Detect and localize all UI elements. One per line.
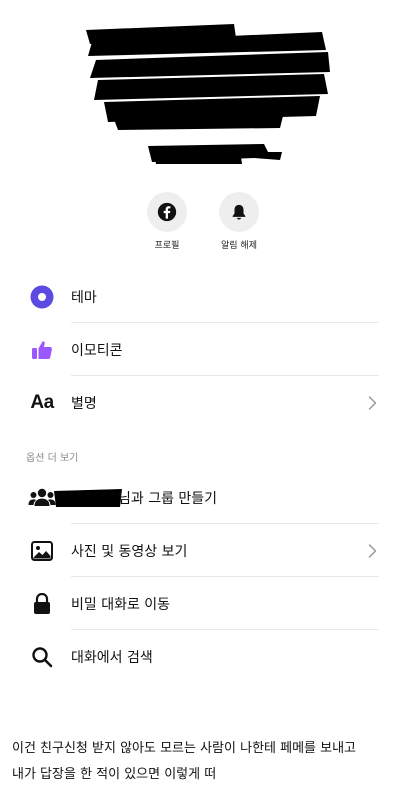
lock-icon: [28, 590, 56, 618]
theme-circle-icon: [28, 283, 56, 311]
caption-line-1: 이건 친구신청 받지 않아도 모르는 사람이 나한테 페메를 보내고: [12, 741, 357, 756]
more-options-list: 님과 그룹 만들기 사진 및 동영상 보기 비밀 대화로 이동 대화에서 검색: [0, 471, 405, 683]
view-media-label: 사진 및 동영상 보기: [71, 543, 188, 560]
chevron-right-icon: [368, 395, 377, 410]
profile-label: 프로필: [154, 241, 180, 251]
facebook-icon: [157, 202, 177, 222]
more-options-header: 옵션 더 보기: [26, 453, 79, 464]
theme-label: 테마: [71, 289, 97, 306]
emoji-label: 이모티콘: [71, 342, 123, 359]
profile-button[interactable]: 프로필: [132, 192, 202, 251]
create-group-label: 님과 그룹 만들기: [118, 490, 218, 507]
notify-circle: [219, 192, 259, 232]
thumbs-up-icon: [28, 336, 56, 364]
action-buttons: 프로필 알림 해제: [0, 192, 405, 252]
profile-circle: [147, 192, 187, 232]
search-conversation-label: 대화에서 검색: [71, 649, 153, 666]
bell-icon: [232, 204, 246, 220]
photo-icon: [28, 537, 56, 565]
chevron-right-icon: [368, 543, 377, 558]
redacted-friend-name-scribble: [54, 489, 122, 507]
secret-conversation-label: 비밀 대화로 이동: [71, 596, 171, 613]
create-group-row[interactable]: 님과 그룹 만들기: [0, 471, 405, 524]
settings-list: 테마 이모티콘 Aa 별명: [0, 270, 405, 429]
theme-row[interactable]: 테마: [0, 270, 405, 323]
search-conversation-row[interactable]: 대화에서 검색: [0, 630, 405, 683]
font-aa-icon: Aa: [30, 391, 54, 413]
caption-line-2: 내가 답장을 한 적이 있으면 이렇게 떠: [12, 767, 217, 782]
mute-notifications-button[interactable]: 알림 해제: [204, 192, 274, 251]
notify-label: 알림 해제: [221, 241, 257, 251]
search-icon: [28, 643, 56, 671]
emoji-row[interactable]: 이모티콘: [0, 323, 405, 376]
redacted-name-scribble: [86, 24, 330, 130]
nickname-label: 별명: [71, 395, 97, 412]
secret-conversation-row[interactable]: 비밀 대화로 이동: [0, 577, 405, 630]
nickname-row[interactable]: Aa 별명: [0, 376, 405, 429]
redacted-subtitle-scribble: [148, 144, 282, 164]
caption-text: 이건 친구신청 받지 않아도 모르는 사람이 나한테 페메를 보내고 내가 답장…: [12, 736, 397, 788]
view-media-row[interactable]: 사진 및 동영상 보기: [0, 524, 405, 577]
